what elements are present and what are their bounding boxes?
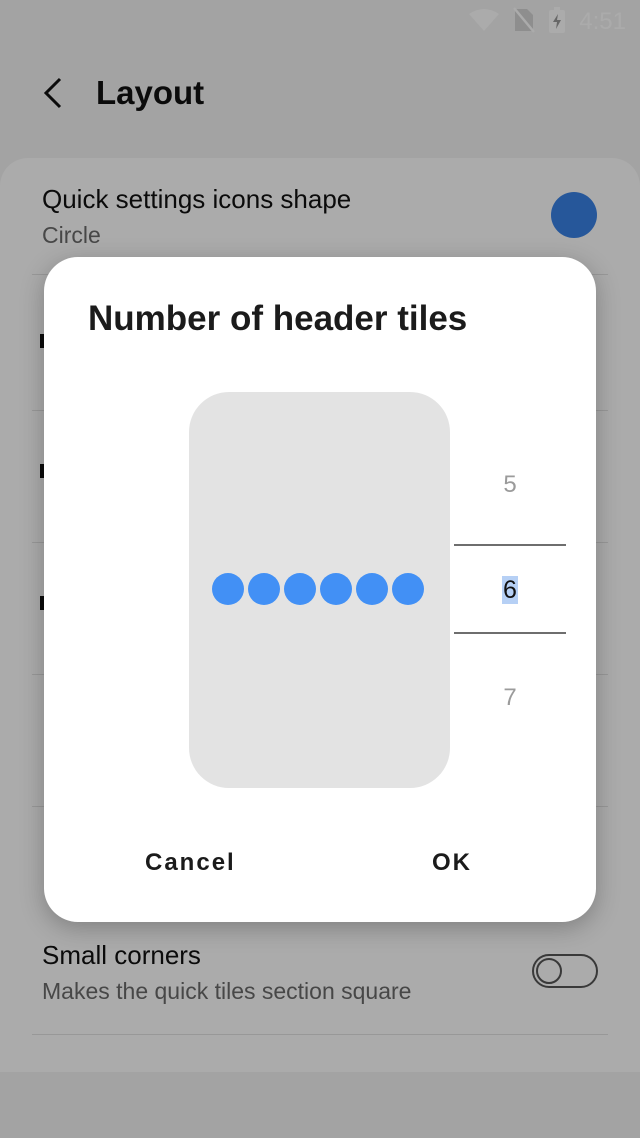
- picker-selected-text: 6: [502, 576, 518, 604]
- header-tile-dot: [284, 573, 316, 605]
- dialog-title: Number of header tiles: [88, 299, 468, 338]
- header-tile-dot: [356, 573, 388, 605]
- picker-divider: [454, 544, 566, 546]
- header-tiles-dialog: Number of header tiles 5 6 7 Cancel OK: [44, 257, 596, 922]
- header-tile-dot: [392, 573, 424, 605]
- tiles-preview: [189, 392, 450, 788]
- cancel-button[interactable]: Cancel: [145, 849, 236, 877]
- picker-divider: [454, 632, 566, 634]
- picker-value-next[interactable]: 7: [454, 684, 566, 712]
- header-tile-dot: [248, 573, 280, 605]
- header-tile-dot: [212, 573, 244, 605]
- picker-value-selected[interactable]: 6: [454, 576, 566, 605]
- picker-value-prev[interactable]: 5: [454, 471, 566, 499]
- header-tile-dot: [320, 573, 352, 605]
- number-picker[interactable]: 5 6 7: [454, 387, 566, 711]
- ok-button[interactable]: OK: [432, 849, 472, 877]
- tiles-row: [212, 573, 424, 605]
